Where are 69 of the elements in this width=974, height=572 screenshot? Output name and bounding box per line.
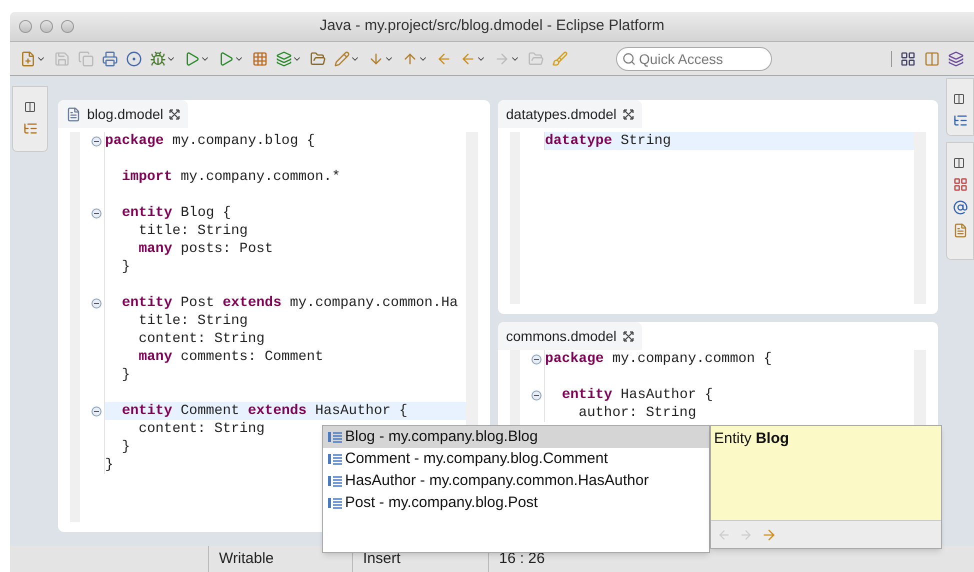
completion-item[interactable]: Post - my.company.blog.Post xyxy=(323,492,709,514)
code-line: content: String xyxy=(138,331,265,347)
entity-icon xyxy=(327,453,343,465)
code-line: entity Blog { xyxy=(120,205,232,221)
entity-icon xyxy=(327,497,343,509)
close-icon[interactable] xyxy=(169,108,180,120)
code-line: import my.company.common.* xyxy=(120,169,340,185)
window-control-button[interactable] xyxy=(61,20,74,33)
hierarchy-icon[interactable] xyxy=(22,121,38,136)
completion-item[interactable]: Blog - my.company.blog.Blog xyxy=(323,426,709,448)
code-line: title: String xyxy=(138,223,248,239)
run-icon[interactable] xyxy=(184,50,200,66)
fold-icon[interactable] xyxy=(91,208,102,218)
entity-icon xyxy=(327,431,343,443)
restore-icon[interactable] xyxy=(953,93,965,105)
close-icon[interactable] xyxy=(622,330,634,342)
perspective-icon[interactable] xyxy=(924,50,940,66)
code-line: many comments: Comment xyxy=(138,349,324,365)
class-icon[interactable] xyxy=(276,50,292,66)
open-declaration-icon[interactable] xyxy=(761,526,777,542)
target-icon[interactable] xyxy=(126,50,142,66)
code-line: many posts: Post xyxy=(138,241,274,257)
at-icon[interactable] xyxy=(953,200,968,215)
java-perspective-icon[interactable] xyxy=(948,50,964,66)
folder-icon[interactable] xyxy=(310,50,326,66)
file-icon xyxy=(66,106,81,122)
completion-item[interactable]: HasAuthor - my.company.common.HasAuthor xyxy=(323,470,709,492)
code-line: } xyxy=(120,259,130,275)
editor-tab[interactable]: datatypes.dmodel xyxy=(498,100,642,128)
code-line: entity Post extends my.company.common.Ha xyxy=(120,295,458,311)
restore-icon[interactable] xyxy=(953,157,965,169)
fold-icon[interactable] xyxy=(531,390,542,400)
window-title: Java - my.project/src/blog.dmodel - Eclipse Platform xyxy=(320,16,664,36)
open-perspective-icon[interactable] xyxy=(900,50,916,66)
code-line: package my.company.blog { xyxy=(105,133,316,149)
code-line: } xyxy=(120,439,130,455)
printer-icon[interactable] xyxy=(102,50,118,66)
editor-tab[interactable]: commons.dmodel xyxy=(498,322,642,350)
status-text: Writable xyxy=(219,548,274,569)
fold-icon[interactable] xyxy=(91,298,102,308)
doc-text: Entity Blog xyxy=(714,430,790,447)
declaration-icon[interactable] xyxy=(953,223,968,238)
grid-icon[interactable] xyxy=(252,50,268,66)
fold-icon[interactable] xyxy=(531,354,542,364)
completion-item[interactable]: Comment - my.company.blog.Comment xyxy=(323,448,709,470)
status-text: 16 : 26 xyxy=(499,548,545,569)
code-line: content: String xyxy=(138,421,265,437)
outline-icon[interactable] xyxy=(953,113,968,128)
close-icon[interactable] xyxy=(622,108,634,120)
code-line: } xyxy=(120,367,130,383)
window-control-button[interactable] xyxy=(19,20,32,33)
editor-tab[interactable]: blog.dmodel xyxy=(58,100,188,128)
code-line: title: String xyxy=(138,313,248,329)
code-line: } xyxy=(105,457,114,473)
quick-access-field[interactable]: Quick Access xyxy=(616,46,772,70)
code-line: datatype String xyxy=(545,133,672,149)
window-control-button[interactable] xyxy=(40,20,53,33)
problems-icon[interactable] xyxy=(953,177,968,192)
status-text: Insert xyxy=(363,548,401,569)
code-line: author: String xyxy=(578,405,696,421)
code-line: entity Comment extends HasAuthor { xyxy=(120,403,408,419)
run-tool-icon[interactable] xyxy=(218,50,234,66)
fold-icon[interactable] xyxy=(91,136,102,146)
entity-icon xyxy=(327,475,343,487)
restore-icon[interactable] xyxy=(24,101,36,113)
code-line: entity HasAuthor { xyxy=(560,387,714,403)
code-line: package my.company.common { xyxy=(545,351,772,367)
fold-icon[interactable] xyxy=(91,406,102,416)
bug-icon[interactable] xyxy=(150,50,166,66)
